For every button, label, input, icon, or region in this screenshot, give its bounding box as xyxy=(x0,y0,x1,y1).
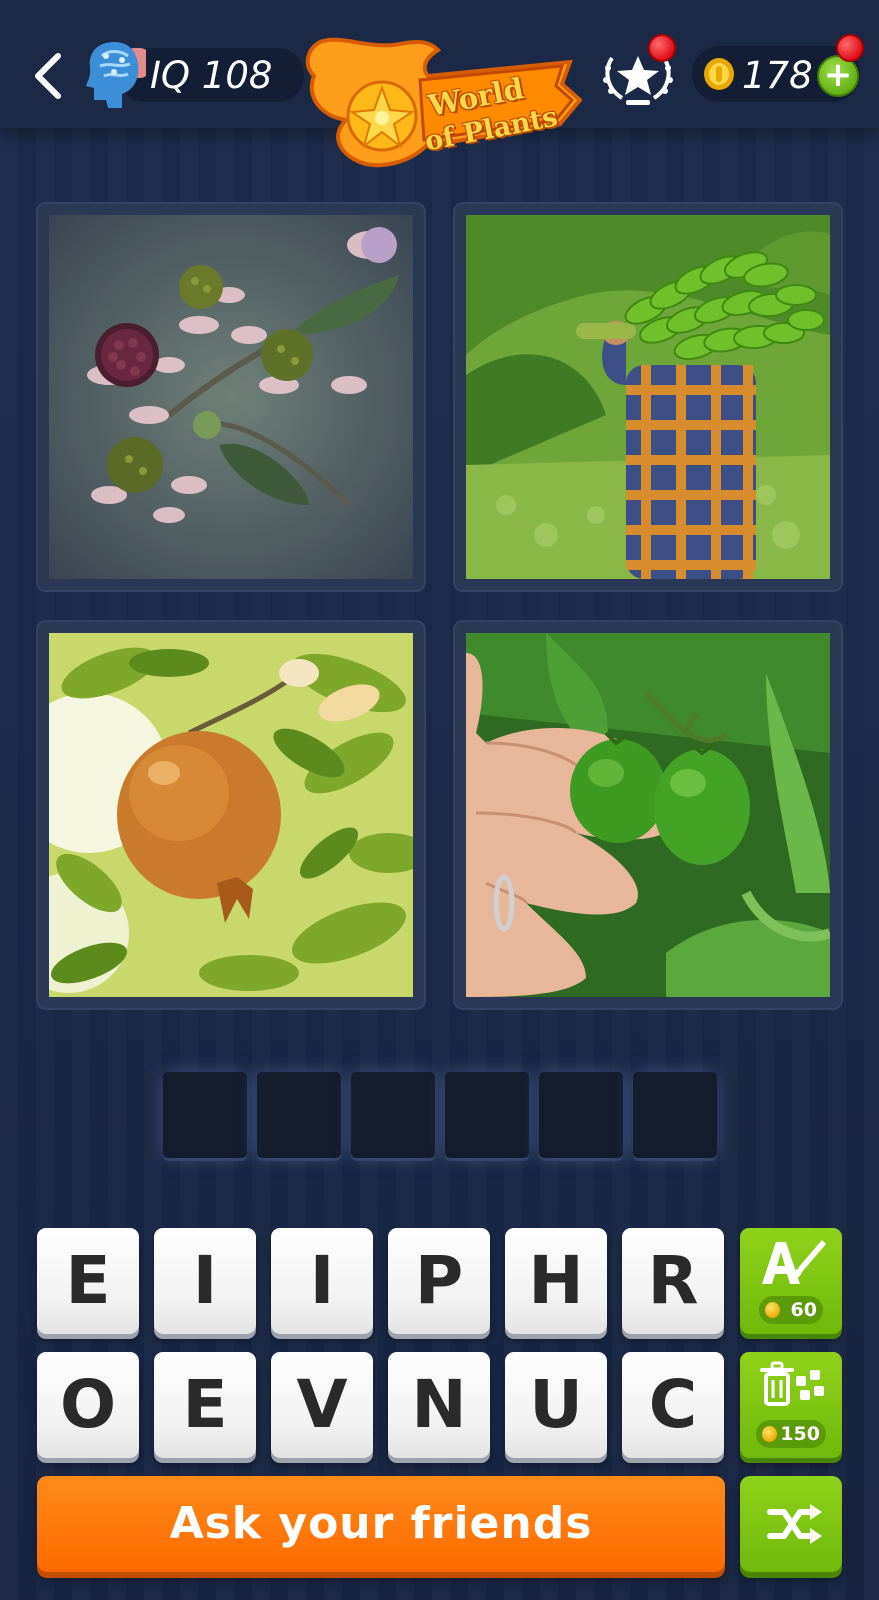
letter-key[interactable]: U xyxy=(505,1352,607,1458)
coins-amount: 178 xyxy=(742,54,813,97)
picture-tile-2[interactable] xyxy=(453,202,843,592)
remove-letters-cost: 150 xyxy=(756,1420,826,1448)
picture-tile-3[interactable] xyxy=(36,620,426,1010)
banana-bunch-carrier-photo xyxy=(466,215,830,579)
blackberry-blossom-photo xyxy=(49,215,413,579)
coins-notification-dot xyxy=(836,34,864,62)
shuffle-button[interactable] xyxy=(740,1476,842,1572)
coin-icon xyxy=(762,1426,777,1442)
ask-friends-button[interactable]: Ask your friends xyxy=(37,1476,725,1572)
letter-key[interactable]: I xyxy=(154,1228,256,1334)
answer-slot-5[interactable] xyxy=(539,1072,623,1158)
shuffle-icon xyxy=(767,1504,822,1544)
answer-slot-6[interactable] xyxy=(633,1072,717,1158)
answer-slot-1[interactable] xyxy=(163,1072,247,1158)
letter-key[interactable]: R xyxy=(622,1228,724,1334)
iq-score: IQ 108 xyxy=(150,54,273,97)
picture-tile-1[interactable] xyxy=(36,202,426,592)
letter-key[interactable]: P xyxy=(388,1228,490,1334)
achievements-notification-dot xyxy=(648,34,676,62)
letter-key[interactable]: C xyxy=(622,1352,724,1458)
answer-slot-3[interactable] xyxy=(351,1072,435,1158)
letter-key[interactable]: O xyxy=(37,1352,139,1458)
letter-brush-icon xyxy=(762,1240,826,1284)
reveal-letter-cost: 60 xyxy=(759,1296,823,1324)
letter-key[interactable]: V xyxy=(271,1352,373,1458)
letter-key[interactable]: E xyxy=(154,1352,256,1458)
coin-icon xyxy=(703,57,735,91)
answer-slot-2[interactable] xyxy=(257,1072,341,1158)
green-tomatoes-in-hand-photo xyxy=(466,633,830,997)
remove-letters-hint-button[interactable]: 150 xyxy=(740,1352,842,1458)
letter-key[interactable]: H xyxy=(505,1228,607,1334)
answer-slot-4[interactable] xyxy=(445,1072,529,1158)
letter-key[interactable]: N xyxy=(388,1352,490,1458)
reveal-letter-hint-button[interactable]: 60 xyxy=(740,1228,842,1334)
remove-letters-cost-value: 150 xyxy=(780,1423,820,1445)
back-arrow-icon xyxy=(35,53,61,99)
letter-key[interactable]: E xyxy=(37,1228,139,1334)
picture-tile-4[interactable] xyxy=(453,620,843,1010)
back-button[interactable] xyxy=(28,48,68,104)
trash-letters-icon xyxy=(760,1361,824,1406)
letter-key[interactable]: I xyxy=(271,1228,373,1334)
pomegranate-on-branch-photo xyxy=(49,633,413,997)
reveal-letter-cost-value: 60 xyxy=(790,1299,817,1321)
brain-head-icon xyxy=(84,38,150,110)
coin-icon xyxy=(765,1302,780,1318)
